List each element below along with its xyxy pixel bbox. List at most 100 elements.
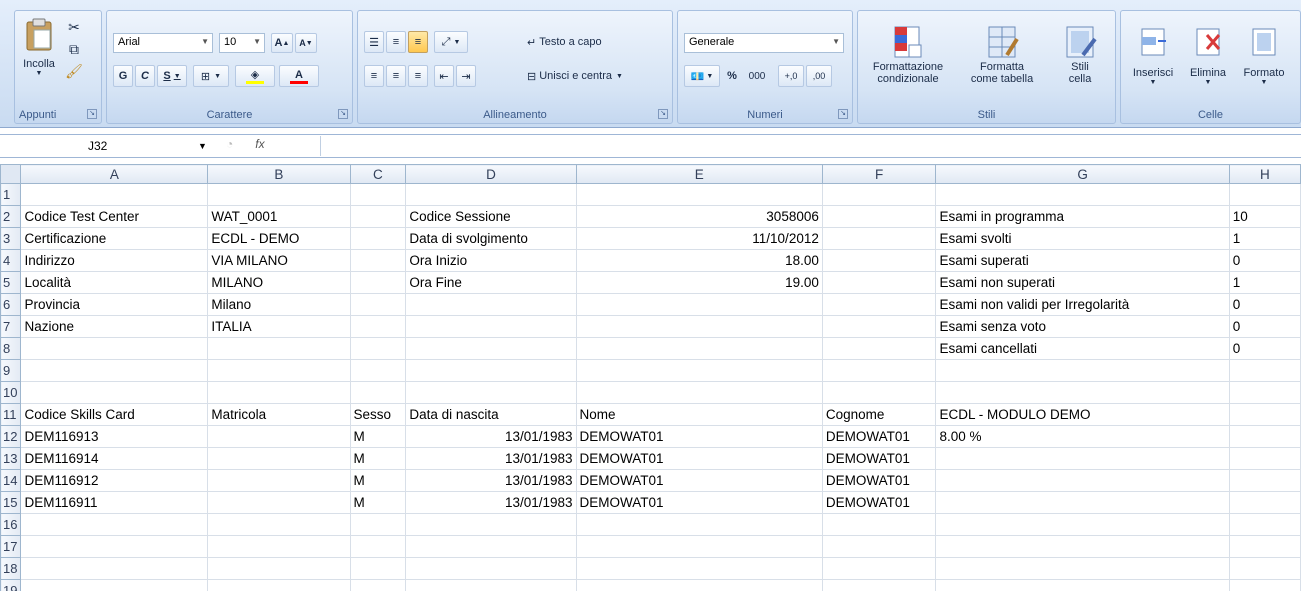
cell[interactable] [935, 513, 1230, 536]
cell[interactable]: DEMOWAT01 [821, 447, 937, 470]
cell[interactable]: VIA MILANO [207, 249, 351, 272]
cell[interactable]: 13/01/1983 [405, 425, 577, 448]
cell[interactable] [349, 579, 407, 591]
cell[interactable] [821, 337, 937, 360]
number-format-select[interactable]: Generale ▼ [684, 33, 844, 53]
cell[interactable] [207, 513, 351, 536]
column-header[interactable]: A [20, 164, 209, 184]
cell[interactable] [821, 293, 937, 316]
cell[interactable]: Codice Test Center [20, 205, 209, 228]
cell[interactable] [821, 205, 937, 228]
cell[interactable] [405, 381, 577, 404]
cell[interactable] [1228, 491, 1301, 514]
row-header[interactable]: 11 [0, 403, 22, 426]
format-painter-button[interactable]: 🖌 [63, 61, 85, 81]
cell[interactable]: 1 [1228, 227, 1301, 250]
cell[interactable]: M [349, 491, 407, 514]
align-top-button[interactable]: ☰ [364, 31, 384, 53]
name-box[interactable]: J32 ▼ [0, 136, 214, 156]
cell[interactable]: Nazione [20, 315, 209, 338]
cell[interactable]: Nome [575, 403, 823, 426]
cell[interactable]: DEM116913 [20, 425, 209, 448]
cell[interactable] [1228, 513, 1301, 536]
cell[interactable]: Ora Inizio [405, 249, 577, 272]
cell[interactable]: 1 [1228, 271, 1301, 294]
cell[interactable] [349, 557, 407, 580]
cell[interactable] [1228, 447, 1301, 470]
cell[interactable] [405, 359, 577, 382]
cell[interactable]: Codice Sessione [405, 205, 577, 228]
cell[interactable] [349, 535, 407, 558]
cell[interactable] [1228, 469, 1301, 492]
cell[interactable] [207, 469, 351, 492]
cell[interactable] [935, 469, 1230, 492]
cell[interactable]: 18.00 [575, 249, 823, 272]
row-header[interactable]: 10 [0, 381, 22, 404]
cell[interactable] [405, 293, 577, 316]
cell[interactable]: WAT_0001 [207, 205, 351, 228]
cell[interactable]: M [349, 469, 407, 492]
align-left-button[interactable]: ≡ [364, 65, 384, 87]
cell[interactable]: Località [20, 271, 209, 294]
wrap-text-button[interactable]: ↵ Testo a capo [526, 31, 644, 53]
formula-input[interactable] [320, 136, 1301, 156]
cell[interactable] [821, 315, 937, 338]
cell[interactable]: 13/01/1983 [405, 447, 577, 470]
cell[interactable] [349, 293, 407, 316]
function-icon[interactable]: ◔ fx [226, 137, 306, 156]
cell[interactable] [821, 249, 937, 272]
cell[interactable] [575, 337, 823, 360]
cell[interactable] [405, 557, 577, 580]
row-header[interactable]: 4 [0, 249, 22, 272]
cell[interactable]: Esami non validi per Irregolarità [935, 293, 1230, 316]
cell[interactable] [20, 535, 209, 558]
cell[interactable] [207, 447, 351, 470]
cell[interactable]: Esami non superati [935, 271, 1230, 294]
cell[interactable]: ECDL - MODULO DEMO [935, 403, 1230, 426]
bold-button[interactable]: G [113, 65, 133, 87]
fill-color-button[interactable]: ◈ [235, 65, 275, 87]
cell[interactable] [20, 381, 209, 404]
row-header[interactable]: 7 [0, 315, 22, 338]
thousands-button[interactable]: 000 [744, 65, 770, 87]
row-header[interactable]: 12 [0, 425, 22, 448]
cell[interactable] [349, 513, 407, 536]
cell[interactable]: Esami senza voto [935, 315, 1230, 338]
align-middle-button[interactable]: ≡ [386, 31, 406, 53]
decrease-indent-button[interactable]: ⇤ [434, 65, 454, 87]
cell[interactable] [935, 491, 1230, 514]
cell[interactable] [935, 579, 1230, 591]
cell[interactable] [575, 535, 823, 558]
currency-button[interactable]: 💶 ▼ [684, 65, 720, 87]
cell[interactable] [349, 205, 407, 228]
column-header[interactable]: G [935, 164, 1230, 184]
column-header[interactable]: H [1228, 164, 1301, 184]
underline-button[interactable]: S ▼ [157, 65, 187, 87]
cell[interactable] [405, 183, 577, 206]
cell[interactable]: 13/01/1983 [405, 469, 577, 492]
cell[interactable] [20, 513, 209, 536]
cell[interactable] [935, 359, 1230, 382]
cell[interactable]: Data di svolgimento [405, 227, 577, 250]
cell[interactable] [575, 513, 823, 536]
cell[interactable]: 3058006 [575, 205, 823, 228]
cell[interactable] [575, 579, 823, 591]
decrease-decimal-button[interactable]: ,00 [806, 65, 832, 87]
column-header[interactable]: F [821, 164, 937, 184]
cell-styles-button[interactable]: Stili cella [1048, 15, 1112, 95]
cell[interactable]: Certificazione [20, 227, 209, 250]
row-header[interactable]: 5 [0, 271, 22, 294]
cell[interactable] [575, 293, 823, 316]
cell[interactable] [1228, 359, 1301, 382]
format-button[interactable]: Formato ▼ [1235, 15, 1293, 95]
dialog-launcher-icon[interactable]: ↘ [658, 109, 668, 119]
cell[interactable]: Milano [207, 293, 351, 316]
percent-button[interactable]: % [722, 65, 742, 87]
cell[interactable]: DEM116911 [20, 491, 209, 514]
cell[interactable] [575, 359, 823, 382]
cell[interactable] [935, 447, 1230, 470]
cell[interactable] [349, 227, 407, 250]
select-all-corner[interactable] [0, 164, 22, 184]
row-header[interactable]: 16 [0, 513, 22, 536]
cell[interactable]: ITALIA [207, 315, 351, 338]
